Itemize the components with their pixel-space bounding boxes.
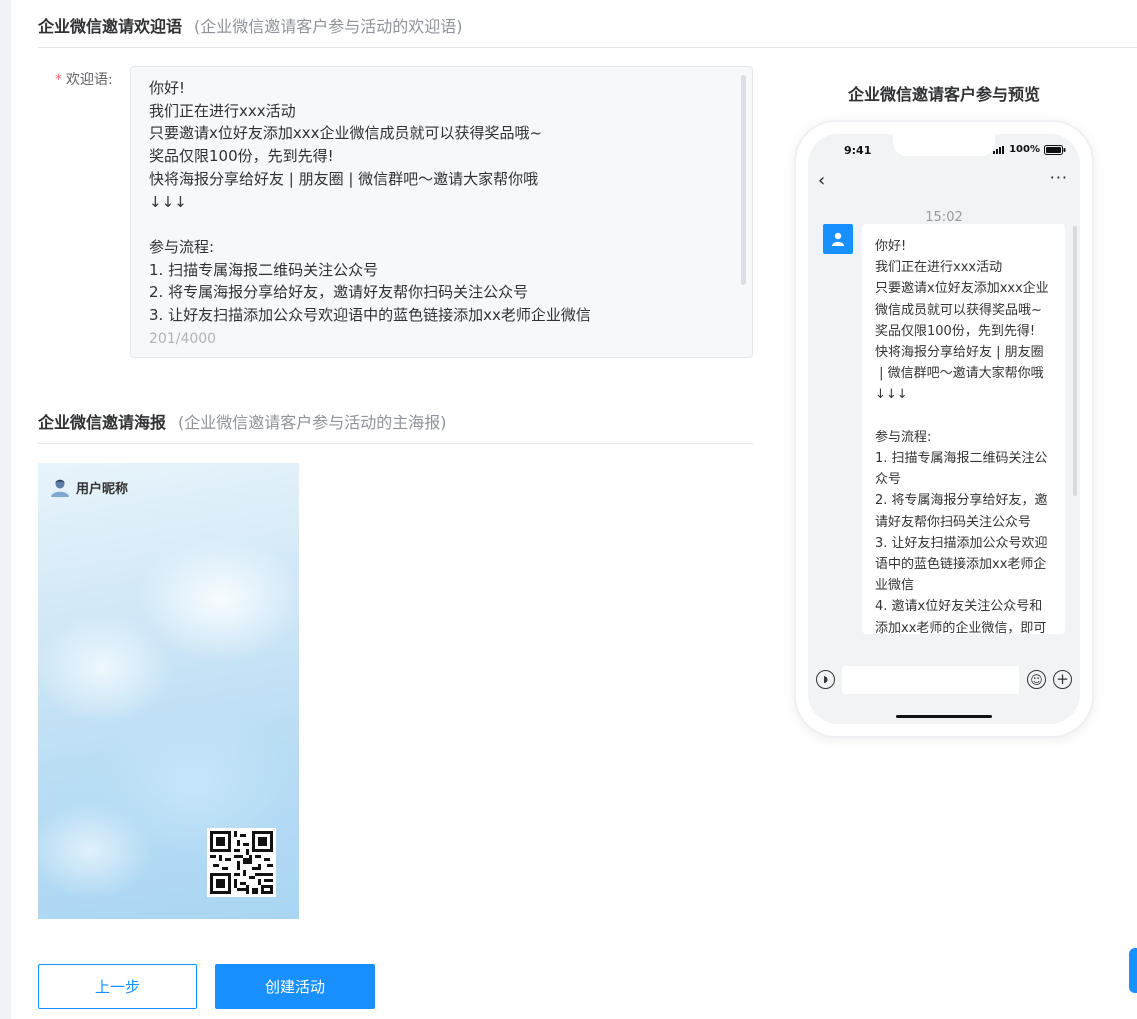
battery-percent: 100% [1009,144,1040,155]
signal-icon [993,145,1005,154]
prev-step-button[interactable]: 上一步 [38,964,197,1009]
chat-input[interactable] [842,666,1019,694]
qr-code-graphic [210,831,273,894]
chat-scrollbar[interactable] [1073,226,1077,496]
sender-avatar-icon [823,224,853,254]
voice-icon[interactable]: ◗ [816,670,835,689]
welcome-textarea-content[interactable]: 你好! 我们正在进行xxx活动 只要邀请x位好友添加xxx企业微信成员就可以获得… [149,77,728,329]
back-icon[interactable]: ‹ [818,170,825,191]
more-icon[interactable]: ··· [1050,168,1068,187]
poster-divider [38,443,753,444]
poster-user: 用户昵称 [50,477,128,497]
welcome-section-subtitle: (企业微信邀请客户参与活动的欢迎语) [194,17,463,36]
home-indicator [896,715,992,718]
welcome-section-header: 企业微信邀请欢迎语 (企业微信邀请客户参与活动的欢迎语) [38,13,463,37]
poster-section-title: 企业微信邀请海报 [38,413,167,432]
poster-image[interactable]: 用户昵称 [38,463,299,919]
required-mark: * [55,72,62,88]
phone-preview: 9:41 100% ‹ ··· 15:02 你好! 我们正在进行xxx活动 只要… [796,122,1092,736]
welcome-section-title: 企业微信邀请欢迎语 [38,17,183,36]
floating-side-tab[interactable] [1129,948,1137,993]
message-bubble: 你好! 我们正在进行xxx活动 只要邀请x位好友添加xxx企业 微信成员就可以获… [862,224,1065,634]
poster-section-subtitle: (企业微信邀请客户参与活动的主海报) [178,413,447,432]
phone-notch [893,134,995,156]
person-icon [832,232,844,246]
create-activity-button[interactable]: 创建活动 [215,964,375,1009]
qr-code-icon [207,828,276,897]
message-text: 你好! 我们正在进行xxx活动 只要邀请x位好友添加xxx企业 微信成员就可以获… [875,239,1049,634]
left-edge-strip [0,0,11,1019]
plus-icon[interactable]: + [1053,670,1072,689]
status-right: 100% [993,144,1066,155]
battery-icon [1044,144,1066,155]
emoji-icon[interactable]: ☺ [1027,670,1046,689]
user-avatar-icon [51,479,69,497]
welcome-label-text: 欢迎语: [66,72,113,88]
welcome-label: * 欢迎语: [55,69,113,89]
status-time: 9:41 [844,144,872,157]
phone-screen: 9:41 100% ‹ ··· 15:02 你好! 我们正在进行xxx活动 只要… [808,134,1080,724]
preview-title: 企业微信邀请客户参与预览 [847,85,1040,104]
chat-timestamp: 15:02 [925,210,963,225]
chat-input-bar: ◗ ☺ + [808,658,1080,704]
poster-section-header: 企业微信邀请海报 (企业微信邀请客户参与活动的主海报) [38,409,447,433]
textarea-scrollbar[interactable] [741,75,746,285]
welcome-textarea[interactable]: 你好! 我们正在进行xxx活动 只要邀请x位好友添加xxx企业微信成员就可以获得… [130,66,753,358]
poster-nickname: 用户昵称 [76,481,129,497]
char-counter: 201/4000 [149,331,217,347]
welcome-divider [38,47,1137,48]
